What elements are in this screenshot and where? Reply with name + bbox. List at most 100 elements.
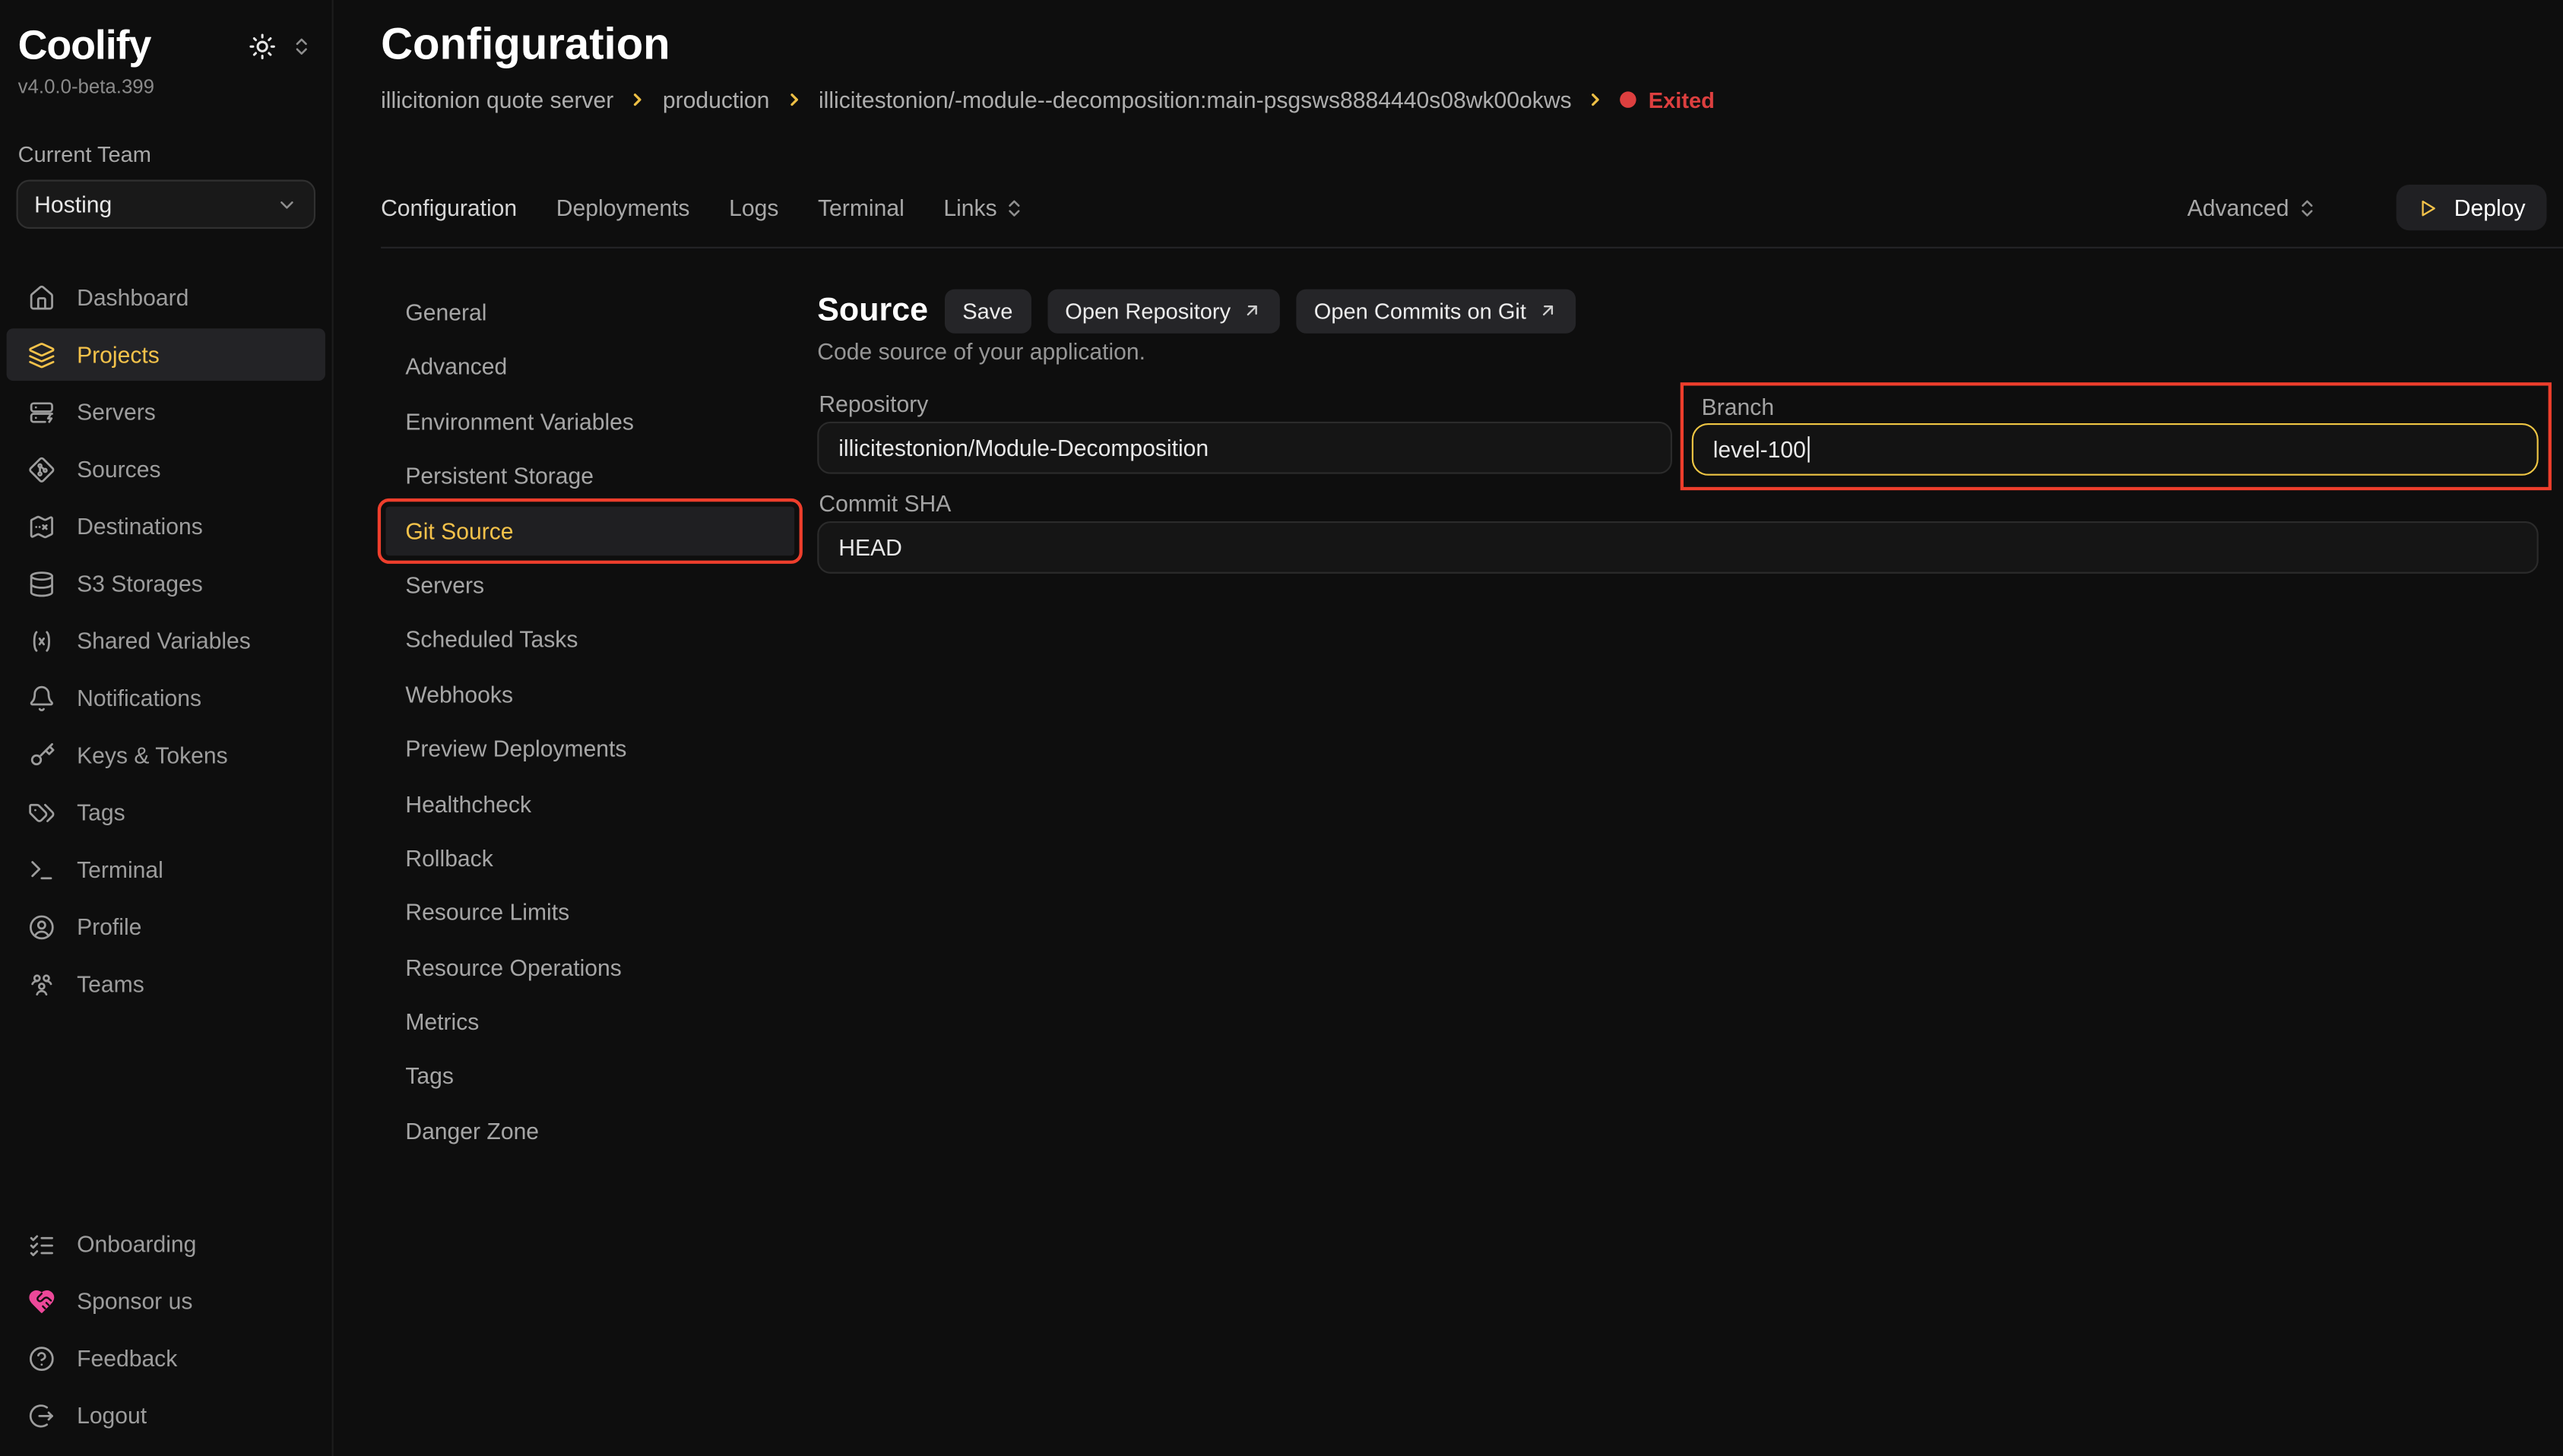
status-dot-icon	[1620, 91, 1637, 108]
theme-toggle-sun-icon[interactable]	[249, 33, 277, 61]
tab-logs[interactable]: Logs	[729, 195, 778, 220]
home-icon	[28, 283, 56, 312]
sidebar-footer-nav: Onboarding Sponsor us Feedback Logout	[0, 1217, 332, 1442]
heart-handshake-icon	[28, 1287, 56, 1315]
tab-links-label: Links	[943, 195, 996, 220]
breadcrumb-environment[interactable]: production	[663, 87, 770, 112]
subnav-item-resource-limits[interactable]: Resource Limits	[386, 888, 795, 937]
sidebar-item-profile[interactable]: Profile	[7, 901, 325, 953]
sidebar-item-label: Profile	[77, 913, 141, 939]
chevron-right-icon	[784, 90, 804, 109]
main-content: Configuration illicitonion quote server …	[335, 0, 2563, 1456]
theme-select-chevrons-icon[interactable]	[291, 36, 312, 57]
sidebar-item-label: Sources	[77, 456, 160, 482]
open-commits-button[interactable]: Open Commits on Git	[1296, 289, 1575, 333]
commit-sha-input[interactable]: HEAD	[817, 521, 2538, 574]
deploy-button[interactable]: Deploy	[2397, 185, 2547, 230]
app-root: Coolify v4.0.0-beta.399 Current Team Hos…	[0, 0, 2563, 1456]
app-version: v4.0.0-beta.399	[0, 70, 332, 98]
sidebar-item-projects[interactable]: Projects	[7, 328, 325, 381]
map-icon	[28, 512, 56, 540]
tags-icon	[28, 799, 56, 827]
subnav-item-webhooks[interactable]: Webhooks	[386, 669, 795, 719]
sidebar-item-notifications[interactable]: Notifications	[7, 672, 325, 724]
logout-icon	[28, 1401, 56, 1429]
subnav-item-metrics[interactable]: Metrics	[386, 997, 795, 1046]
sidebar-item-label: Terminal	[77, 856, 163, 882]
checklist-icon	[28, 1230, 56, 1258]
open-commits-label: Open Commits on Git	[1314, 298, 1526, 322]
save-button[interactable]: Save	[945, 289, 1031, 333]
repository-label: Repository	[819, 391, 928, 416]
tabbar-divider	[381, 247, 2563, 248]
sidebar-item-servers[interactable]: Servers	[7, 386, 325, 438]
sidebar-item-tags[interactable]: Tags	[7, 786, 325, 838]
sidebar-item-label: Projects	[77, 341, 160, 367]
chevrons-up-down-icon	[1003, 197, 1025, 218]
advanced-menu[interactable]: Advanced	[2188, 195, 2319, 220]
subnav-item-persistent-storage[interactable]: Persistent Storage	[386, 451, 795, 501]
arrow-up-right-icon	[1242, 301, 1262, 321]
subnav-item-servers[interactable]: Servers	[386, 561, 795, 610]
tab-links[interactable]: Links	[943, 195, 1025, 220]
commit-sha-label: Commit SHA	[819, 490, 951, 516]
subnav-item-scheduled-tasks[interactable]: Scheduled Tasks	[386, 615, 795, 664]
open-repository-button[interactable]: Open Repository	[1047, 289, 1280, 333]
sidebar-item-label: Feedback	[77, 1345, 177, 1371]
subnav-item-git-source[interactable]: Git Source	[386, 506, 795, 555]
branch-label: Branch	[1702, 394, 1774, 419]
subnav-item-tags[interactable]: Tags	[386, 1052, 795, 1101]
sidebar-item-teams[interactable]: Teams	[7, 957, 325, 1010]
key-icon	[28, 741, 56, 769]
tab-terminal[interactable]: Terminal	[818, 195, 904, 220]
sidebar-item-sponsor-us[interactable]: Sponsor us	[7, 1274, 325, 1327]
sidebar-item-feedback[interactable]: Feedback	[7, 1332, 325, 1385]
team-select[interactable]: Hosting	[17, 180, 316, 229]
sidebar-item-shared-variables[interactable]: Shared Variables	[7, 615, 325, 667]
chevron-down-icon	[276, 194, 297, 215]
subnav-item-preview-deployments[interactable]: Preview Deployments	[386, 724, 795, 774]
tab-deployments[interactable]: Deployments	[556, 195, 690, 220]
subnav-item-environment-variables[interactable]: Environment Variables	[386, 397, 795, 446]
git-icon	[28, 455, 56, 483]
sidebar-item-keys-tokens[interactable]: Keys & Tokens	[7, 729, 325, 781]
sidebar-item-logout[interactable]: Logout	[7, 1389, 325, 1442]
subnav-item-resource-operations[interactable]: Resource Operations	[386, 942, 795, 992]
team-select-value: Hosting	[34, 191, 112, 217]
sidebar-item-label: Logout	[77, 1402, 147, 1428]
subnav-item-advanced[interactable]: Advanced	[386, 342, 795, 391]
breadcrumb: illicitonion quote server production ill…	[381, 87, 1715, 112]
sidebar-item-sources[interactable]: Sources	[7, 443, 325, 495]
sidebar-item-s3-storages[interactable]: S3 Storages	[7, 557, 325, 609]
sidebar-item-terminal[interactable]: Terminal	[7, 844, 325, 896]
subnav-item-rollback[interactable]: Rollback	[386, 834, 795, 883]
tab-configuration[interactable]: Configuration	[381, 195, 517, 220]
subnav-item-healthcheck[interactable]: Healthcheck	[386, 779, 795, 828]
open-repository-label: Open Repository	[1065, 298, 1231, 322]
variables-icon	[28, 627, 56, 655]
sidebar-item-onboarding[interactable]: Onboarding	[7, 1217, 325, 1270]
breadcrumb-application[interactable]: illicitestonion/-module--decomposition:m…	[819, 87, 1572, 112]
branch-input[interactable]: level-100	[1692, 423, 2539, 476]
sidebar: Coolify v4.0.0-beta.399 Current Team Hos…	[0, 0, 334, 1456]
commit-sha-value: HEAD	[838, 534, 902, 560]
sidebar-item-label: Shared Variables	[77, 628, 251, 654]
sidebar-item-label: Dashboard	[77, 284, 189, 310]
repository-input[interactable]: illicitestonion/Module-Decomposition	[817, 422, 1672, 474]
chevron-right-icon	[629, 90, 648, 109]
advanced-label: Advanced	[2188, 195, 2289, 220]
sidebar-item-dashboard[interactable]: Dashboard	[7, 271, 325, 324]
section-title: Source	[817, 292, 928, 329]
repository-value: illicitestonion/Module-Decomposition	[838, 435, 1209, 461]
current-team-label: Current Team	[0, 142, 332, 166]
sidebar-item-label: Destinations	[77, 513, 203, 539]
breadcrumb-project[interactable]: illicitonion quote server	[381, 87, 613, 112]
subnav-item-general[interactable]: General	[386, 287, 795, 337]
sidebar-item-label: Servers	[77, 399, 156, 425]
chevron-right-icon	[1586, 90, 1606, 109]
subnav-item-danger-zone[interactable]: Danger Zone	[386, 1106, 795, 1156]
sidebar-item-destinations[interactable]: Destinations	[7, 500, 325, 552]
annotation-box-branch: Branch level-100	[1681, 382, 2552, 490]
sidebar-nav: Dashboard Projects Servers Sources Desti…	[0, 271, 332, 1010]
deploy-label: Deploy	[2454, 195, 2526, 220]
